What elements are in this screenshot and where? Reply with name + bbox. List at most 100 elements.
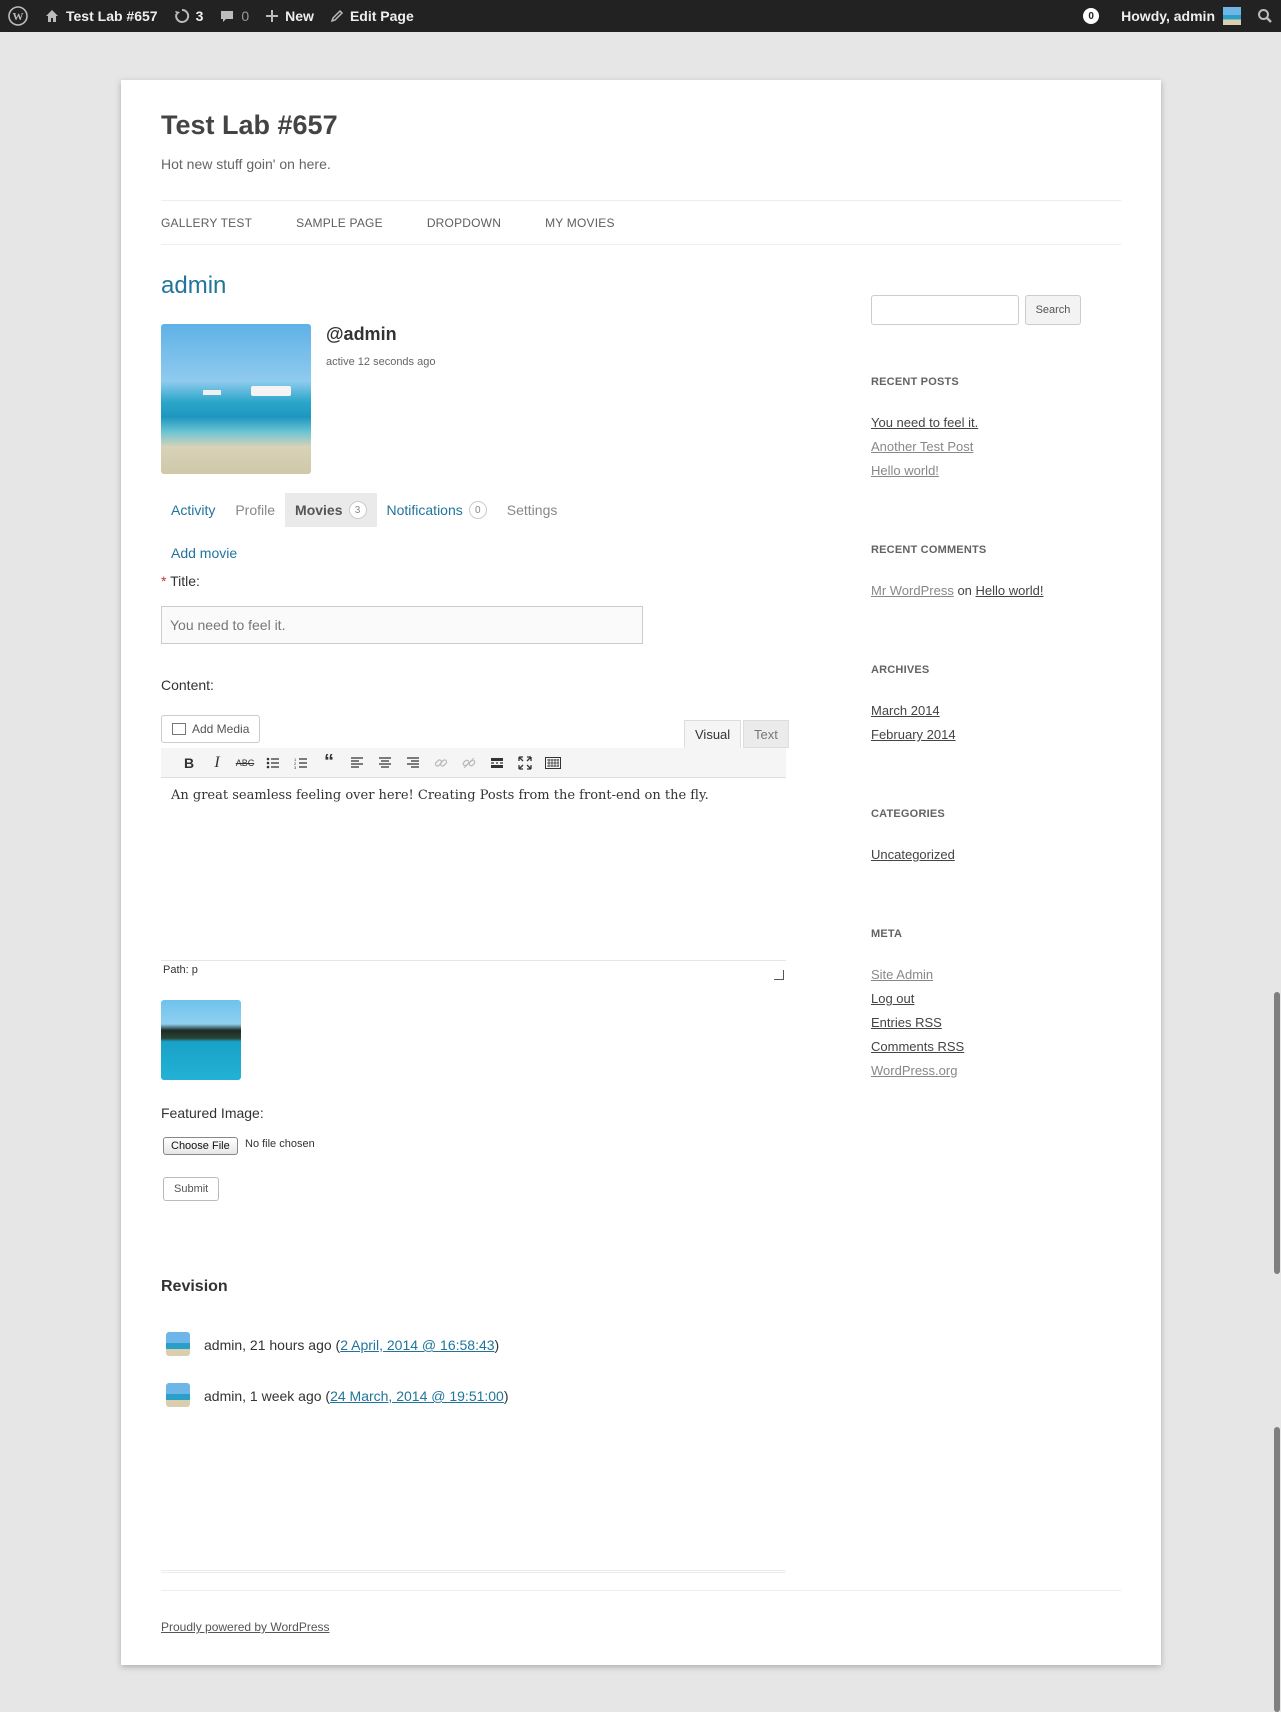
align-center-icon[interactable] (371, 752, 399, 774)
add-movie-link[interactable]: Add movie (171, 545, 237, 561)
comments-count: 0 (241, 8, 250, 24)
search-button[interactable]: Search (1025, 295, 1081, 325)
nav-item-my-movies[interactable]: MY MOVIES (545, 216, 615, 230)
scrollbar-thumb[interactable] (1274, 992, 1280, 1274)
revision-author-time: admin, 21 hours ago ( (204, 1337, 341, 1353)
category-link[interactable]: Uncategorized (871, 847, 955, 862)
revision-date-link[interactable]: 2 April, 2014 @ 16:58:43 (340, 1337, 494, 1353)
recent-post-link[interactable]: You need to feel it. (871, 415, 978, 430)
recent-post-link[interactable]: Hello world! (871, 463, 939, 478)
admin-bar-search[interactable] (1249, 0, 1281, 32)
editor-visual-tab[interactable]: Visual (684, 720, 742, 748)
notification-badge: 0 (1083, 8, 1100, 24)
kitchen-sink-icon[interactable] (539, 752, 567, 774)
admin-bar-notifications[interactable]: 0 (1075, 0, 1107, 32)
footer-divider (161, 1590, 1121, 1591)
profile-handle: @admin (326, 324, 397, 344)
featured-image-label: Featured Image: (161, 1105, 264, 1121)
profile-avatar[interactable] (161, 324, 311, 474)
editor-path-label: Path: p (163, 964, 198, 976)
italic-icon[interactable]: I (203, 752, 231, 774)
movie-thumbnail[interactable] (161, 1000, 241, 1080)
home-icon (46, 10, 58, 22)
comment-author-link[interactable]: Mr WordPress (871, 583, 954, 598)
tab-profile[interactable]: Profile (225, 493, 285, 527)
content-divider (161, 1570, 786, 1573)
new-label: New (285, 8, 314, 24)
nav-item-sample-page[interactable]: SAMPLE PAGE (296, 216, 383, 230)
admin-bar-new[interactable]: New (257, 0, 322, 32)
notifications-count-badge: 0 (468, 501, 487, 519)
wordpress-logo-icon[interactable]: W (0, 0, 36, 32)
numbered-list-icon[interactable]: 123 (287, 752, 315, 774)
scrollbar-thumb-secondary[interactable] (1274, 1427, 1280, 1712)
strikethrough-icon[interactable]: ABC (231, 752, 259, 774)
footer-credit-link[interactable]: Proudly powered by WordPress (161, 1620, 330, 1634)
editor-content-area[interactable]: An great seamless feeling over here! Cre… (161, 778, 786, 960)
updates-count: 3 (195, 8, 204, 24)
meta-title: META (871, 928, 903, 940)
meta-link-wordpress-org[interactable]: WordPress.org (871, 1063, 957, 1078)
recent-comments-title: RECENT COMMENTS (871, 544, 987, 556)
blockquote-icon[interactable]: “ (315, 751, 343, 774)
plus-icon (266, 10, 279, 22)
bold-icon[interactable]: B (175, 752, 203, 774)
comment-post-link[interactable]: Hello world! (976, 583, 1044, 598)
tab-settings[interactable]: Settings (497, 493, 568, 527)
tab-activity[interactable]: Activity (161, 493, 225, 527)
admin-bar-site[interactable]: Test Lab #657 (36, 0, 166, 32)
read-more-icon[interactable] (483, 752, 511, 774)
site-title[interactable]: Test Lab #657 (161, 110, 338, 141)
avatar (166, 1383, 190, 1407)
tab-notifications[interactable]: Notifications 0 (377, 493, 497, 527)
howdy-label: Howdy, admin (1121, 8, 1215, 24)
nav-item-dropdown[interactable]: DROPDOWN (427, 216, 501, 230)
bullet-list-icon[interactable] (259, 752, 287, 774)
revision-date-link[interactable]: 24 March, 2014 @ 19:51:00 (330, 1388, 504, 1404)
revision-text: admin, 21 hours ago (2 April, 2014 @ 16:… (204, 1337, 499, 1353)
title-input[interactable]: You need to feel it. (161, 606, 643, 644)
boat-shape (251, 386, 291, 396)
admin-bar-comments[interactable]: 0 (211, 0, 257, 32)
add-media-button[interactable]: Add Media (161, 715, 261, 743)
admin-bar-updates[interactable]: 3 (166, 0, 212, 32)
profile-tabs: Activity Profile Movies 3 Notifications … (161, 493, 567, 527)
meta-link-log-out[interactable]: Log out (871, 991, 914, 1006)
recent-post-link[interactable]: Another Test Post (871, 439, 973, 454)
title-label-text: Title: (170, 573, 200, 589)
archive-link[interactable]: March 2014 (871, 703, 940, 718)
admin-bar-account[interactable]: Howdy, admin (1107, 0, 1249, 32)
link-icon[interactable] (427, 752, 455, 774)
nav-item-gallery-test[interactable]: GALLERY TEST (161, 216, 252, 230)
search-input[interactable] (871, 295, 1019, 325)
meta-link-comments-rss[interactable]: Comments RSS (871, 1039, 964, 1054)
boat-shape-small (203, 390, 221, 395)
tab-movies[interactable]: Movies 3 (285, 493, 377, 527)
resize-handle-icon[interactable] (774, 970, 784, 980)
fullscreen-icon[interactable] (511, 752, 539, 774)
choose-file-button[interactable]: Choose File (163, 1137, 238, 1155)
revision-row: admin, 1 week ago (24 March, 2014 @ 19:5… (161, 1383, 786, 1413)
pencil-icon (330, 9, 344, 23)
editor-text-tab[interactable]: Text (743, 720, 789, 748)
scrollbar[interactable] (1273, 32, 1281, 1712)
file-status: No file chosen (245, 1138, 315, 1150)
align-left-icon[interactable] (343, 752, 371, 774)
admin-bar-site-name: Test Lab #657 (66, 8, 158, 24)
unlink-icon[interactable] (455, 752, 483, 774)
search-icon (1258, 9, 1272, 23)
avatar (166, 1332, 190, 1356)
meta-link-entries-rss[interactable]: Entries RSS (871, 1015, 942, 1030)
comment-on: on (953, 583, 976, 598)
revision-heading: Revision (161, 1278, 228, 1295)
svg-text:3: 3 (294, 765, 297, 769)
archive-link[interactable]: February 2014 (871, 727, 956, 742)
profile-display-name[interactable]: admin (161, 272, 226, 300)
revision-row: admin, 21 hours ago (2 April, 2014 @ 16:… (161, 1332, 786, 1362)
add-media-label: Add Media (192, 722, 250, 736)
admin-bar-edit-page[interactable]: Edit Page (322, 0, 422, 32)
meta-link-site-admin[interactable]: Site Admin (871, 967, 933, 982)
page-container: Test Lab #657 Hot new stuff goin' on her… (121, 80, 1161, 1665)
align-right-icon[interactable] (399, 752, 427, 774)
submit-button[interactable]: Submit (163, 1177, 220, 1201)
